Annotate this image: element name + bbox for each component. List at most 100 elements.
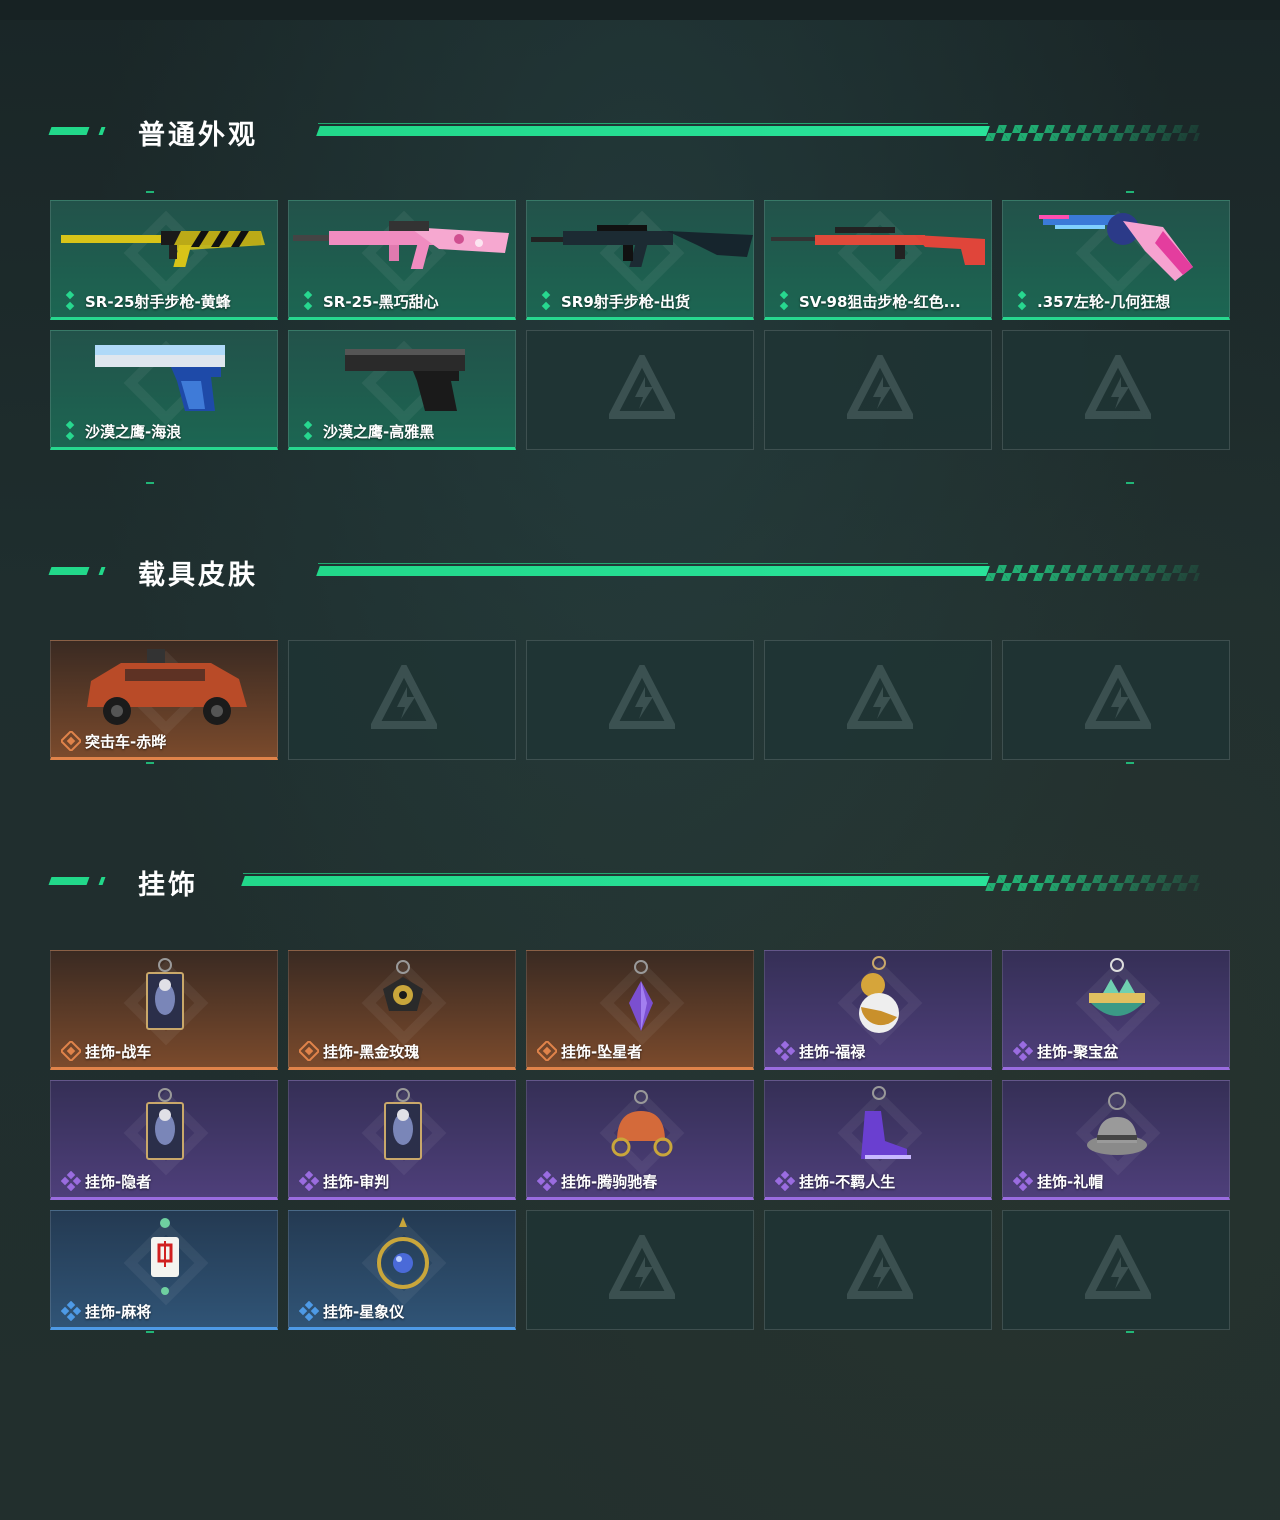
item-name: 挂饰-福禄 <box>799 1042 866 1061</box>
rarity-purple-icon <box>536 1170 558 1192</box>
header-dash-small <box>98 567 106 575</box>
game-logo-icon <box>1082 350 1154 421</box>
frame-tick <box>1126 191 1134 193</box>
empty-slot[interactable] <box>1002 640 1230 760</box>
item-card[interactable]: SR-25-黑巧甜心 <box>288 200 516 320</box>
empty-slot[interactable] <box>764 1210 992 1330</box>
header-checker-pattern <box>985 125 1203 141</box>
rarity-green-icon <box>61 290 81 311</box>
rarity-purple-icon <box>1012 1170 1034 1192</box>
rarity-orange-icon <box>535 1039 559 1063</box>
game-logo-icon <box>1082 1230 1154 1301</box>
rarity-purple-icon <box>60 1170 82 1192</box>
rarity-purple-icon <box>774 1040 796 1062</box>
astrolabe-charm-icon <box>289 1211 515 1307</box>
item-card[interactable]: 挂饰-礼帽 <box>1002 1080 1230 1200</box>
rarity-purple-icon <box>1012 1040 1034 1062</box>
item-label: 挂饰-不羁人生 <box>774 1170 896 1192</box>
item-name: .357左轮-几何狂想 <box>1037 292 1171 311</box>
item-label: 挂饰-星象仪 <box>298 1300 405 1322</box>
empty-slot[interactable] <box>526 330 754 450</box>
empty-slot[interactable] <box>1002 1210 1230 1330</box>
item-label: 挂饰-坠星者 <box>535 1039 643 1063</box>
armored-car-icon <box>51 641 277 737</box>
mahjong-charm-icon <box>51 1211 277 1307</box>
rarity-blue-icon <box>298 1300 320 1322</box>
frame-tick <box>1126 482 1134 484</box>
item-name: SV-98狙击步枪-红色... <box>799 292 961 311</box>
item-card[interactable]: 挂饰-不羁人生 <box>764 1080 992 1200</box>
item-name: 挂饰-星象仪 <box>323 1302 405 1321</box>
empty-slot[interactable] <box>526 1210 754 1330</box>
treasure-bowl-charm-icon <box>1003 951 1229 1047</box>
gourd-charm-icon <box>765 951 991 1047</box>
item-name: SR9射手步枪-出货 <box>561 292 691 311</box>
game-logo-icon <box>606 1230 678 1301</box>
sniper-red-icon <box>765 201 991 297</box>
rarity-green-icon <box>299 290 319 311</box>
item-name: 挂饰-礼帽 <box>1037 1172 1104 1191</box>
pistol-black-icon <box>289 331 515 427</box>
item-label: .357左轮-几何狂想 <box>1013 290 1171 311</box>
item-card[interactable]: SR9射手步枪-出货 <box>526 200 754 320</box>
item-name: 挂饰-腾驹驰春 <box>561 1172 658 1191</box>
item-name: 挂饰-聚宝盆 <box>1037 1042 1119 1061</box>
game-logo-icon <box>368 660 440 731</box>
item-card[interactable]: 挂饰-星象仪 <box>288 1210 516 1330</box>
item-label: 挂饰-礼帽 <box>1012 1170 1104 1192</box>
item-card[interactable]: 挂饰-麻将 <box>50 1210 278 1330</box>
item-card[interactable]: 沙漠之鹰-海浪 <box>50 330 278 450</box>
frame-tick <box>146 762 154 764</box>
item-card[interactable]: 挂饰-黑金玫瑰 <box>288 950 516 1070</box>
item-card[interactable]: 挂饰-聚宝盆 <box>1002 950 1230 1070</box>
item-card[interactable]: 挂饰-战车 <box>50 950 278 1070</box>
empty-slot[interactable] <box>764 330 992 450</box>
sneaker-charm-icon <box>765 1081 991 1177</box>
empty-slot[interactable] <box>288 640 516 760</box>
game-logo-icon <box>844 660 916 731</box>
crystal-charm-icon <box>527 951 753 1047</box>
rose-charm-icon <box>289 951 515 1047</box>
item-label: 挂饰-战车 <box>59 1039 151 1063</box>
game-logo-icon <box>606 350 678 421</box>
item-label: SR9射手步枪-出货 <box>537 290 691 311</box>
section-header: 挂饰 <box>48 860 1203 901</box>
empty-slot[interactable] <box>764 640 992 760</box>
header-accent-line <box>316 566 990 576</box>
item-card[interactable]: 挂饰-坠星者 <box>526 950 754 1070</box>
item-card[interactable]: 突击车-赤晔 <box>50 640 278 760</box>
hat-charm-icon <box>1003 1081 1229 1177</box>
header-dash <box>48 127 90 135</box>
empty-slot[interactable] <box>526 640 754 760</box>
game-logo-icon <box>1082 660 1154 731</box>
item-name: 挂饰-坠星者 <box>561 1042 643 1061</box>
item-card[interactable]: SV-98狙击步枪-红色... <box>764 200 992 320</box>
rarity-green-icon <box>775 290 795 311</box>
item-name: SR-25-黑巧甜心 <box>323 292 439 311</box>
empty-slot[interactable] <box>1002 330 1230 450</box>
item-name: 挂饰-不羁人生 <box>799 1172 896 1191</box>
item-label: 沙漠之鹰-海浪 <box>61 420 182 441</box>
section-title: 普通外观 <box>138 120 258 151</box>
item-card[interactable]: SR-25射手步枪-黄蜂 <box>50 200 278 320</box>
item-card[interactable]: 挂饰-隐者 <box>50 1080 278 1200</box>
item-card[interactable]: 挂饰-腾驹驰春 <box>526 1080 754 1200</box>
item-name: 挂饰-黑金玫瑰 <box>323 1042 420 1061</box>
header-dash-small <box>98 127 106 135</box>
item-card[interactable]: 沙漠之鹰-高雅黑 <box>288 330 516 450</box>
item-label: 挂饰-审判 <box>298 1170 389 1192</box>
header-dash <box>48 567 90 575</box>
item-label: SV-98狙击步枪-红色... <box>775 290 961 311</box>
item-card[interactable]: 挂饰-福禄 <box>764 950 992 1070</box>
item-name: 沙漠之鹰-海浪 <box>85 422 182 441</box>
header-dash <box>48 877 90 885</box>
game-logo-icon <box>844 350 916 421</box>
tarot-charm-icon <box>51 951 277 1047</box>
rarity-purple-icon <box>774 1170 796 1192</box>
rarity-orange-icon <box>297 1039 321 1063</box>
header-accent-line <box>316 126 990 136</box>
item-name: 突击车-赤晔 <box>85 732 167 751</box>
item-card[interactable]: 挂饰-审判 <box>288 1080 516 1200</box>
item-card[interactable]: .357左轮-几何狂想 <box>1002 200 1230 320</box>
section-header: 载具皮肤 <box>48 550 1203 591</box>
